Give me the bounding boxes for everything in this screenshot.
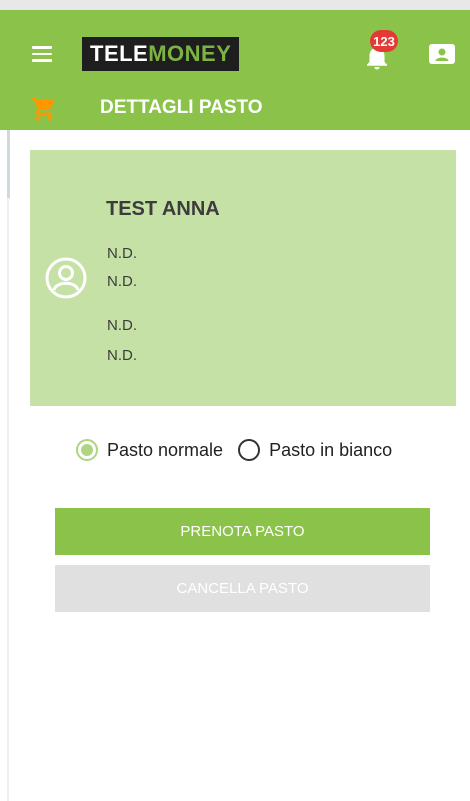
avatar-icon	[45, 257, 87, 299]
cart-icon	[31, 97, 55, 121]
side-divider	[7, 130, 9, 801]
profile-name: TEST ANNA	[106, 198, 220, 220]
profile-card	[30, 150, 456, 406]
radio-pasto-in-bianco[interactable]	[238, 439, 261, 461]
radio-pasto-in-bianco-label[interactable]: Pasto in bianco	[269, 440, 392, 461]
logo-tele-text: TELE	[90, 41, 149, 66]
profile-info-line: N.D.	[107, 245, 137, 262]
profile-info-line: N.D.	[107, 347, 137, 364]
telemoney-logo: TELE MONEY	[82, 37, 240, 71]
status-strip	[0, 0, 470, 10]
notification-badge[interactable]: 123	[370, 30, 398, 52]
profile-info-line: N.D.	[107, 273, 137, 290]
menu-icon[interactable]	[32, 46, 52, 62]
radio-pasto-normale[interactable]	[76, 439, 98, 461]
prenota-pasto-button[interactable]: PRENOTA PASTO	[55, 508, 430, 555]
radio-pasto-normale-label[interactable]: Pasto normale	[107, 440, 223, 461]
contact-card-icon[interactable]	[428, 42, 456, 66]
section-title: DETTAGLI PASTO	[100, 97, 263, 118]
side-scroll-indicator	[7, 130, 10, 198]
meal-type-radio-group: Pasto normale Pasto in bianco	[76, 436, 392, 464]
profile-info-line: N.D.	[107, 317, 137, 334]
logo-money-text: MONEY	[148, 41, 232, 66]
cancella-pasto-button[interactable]: CANCELLA PASTO	[55, 565, 430, 612]
